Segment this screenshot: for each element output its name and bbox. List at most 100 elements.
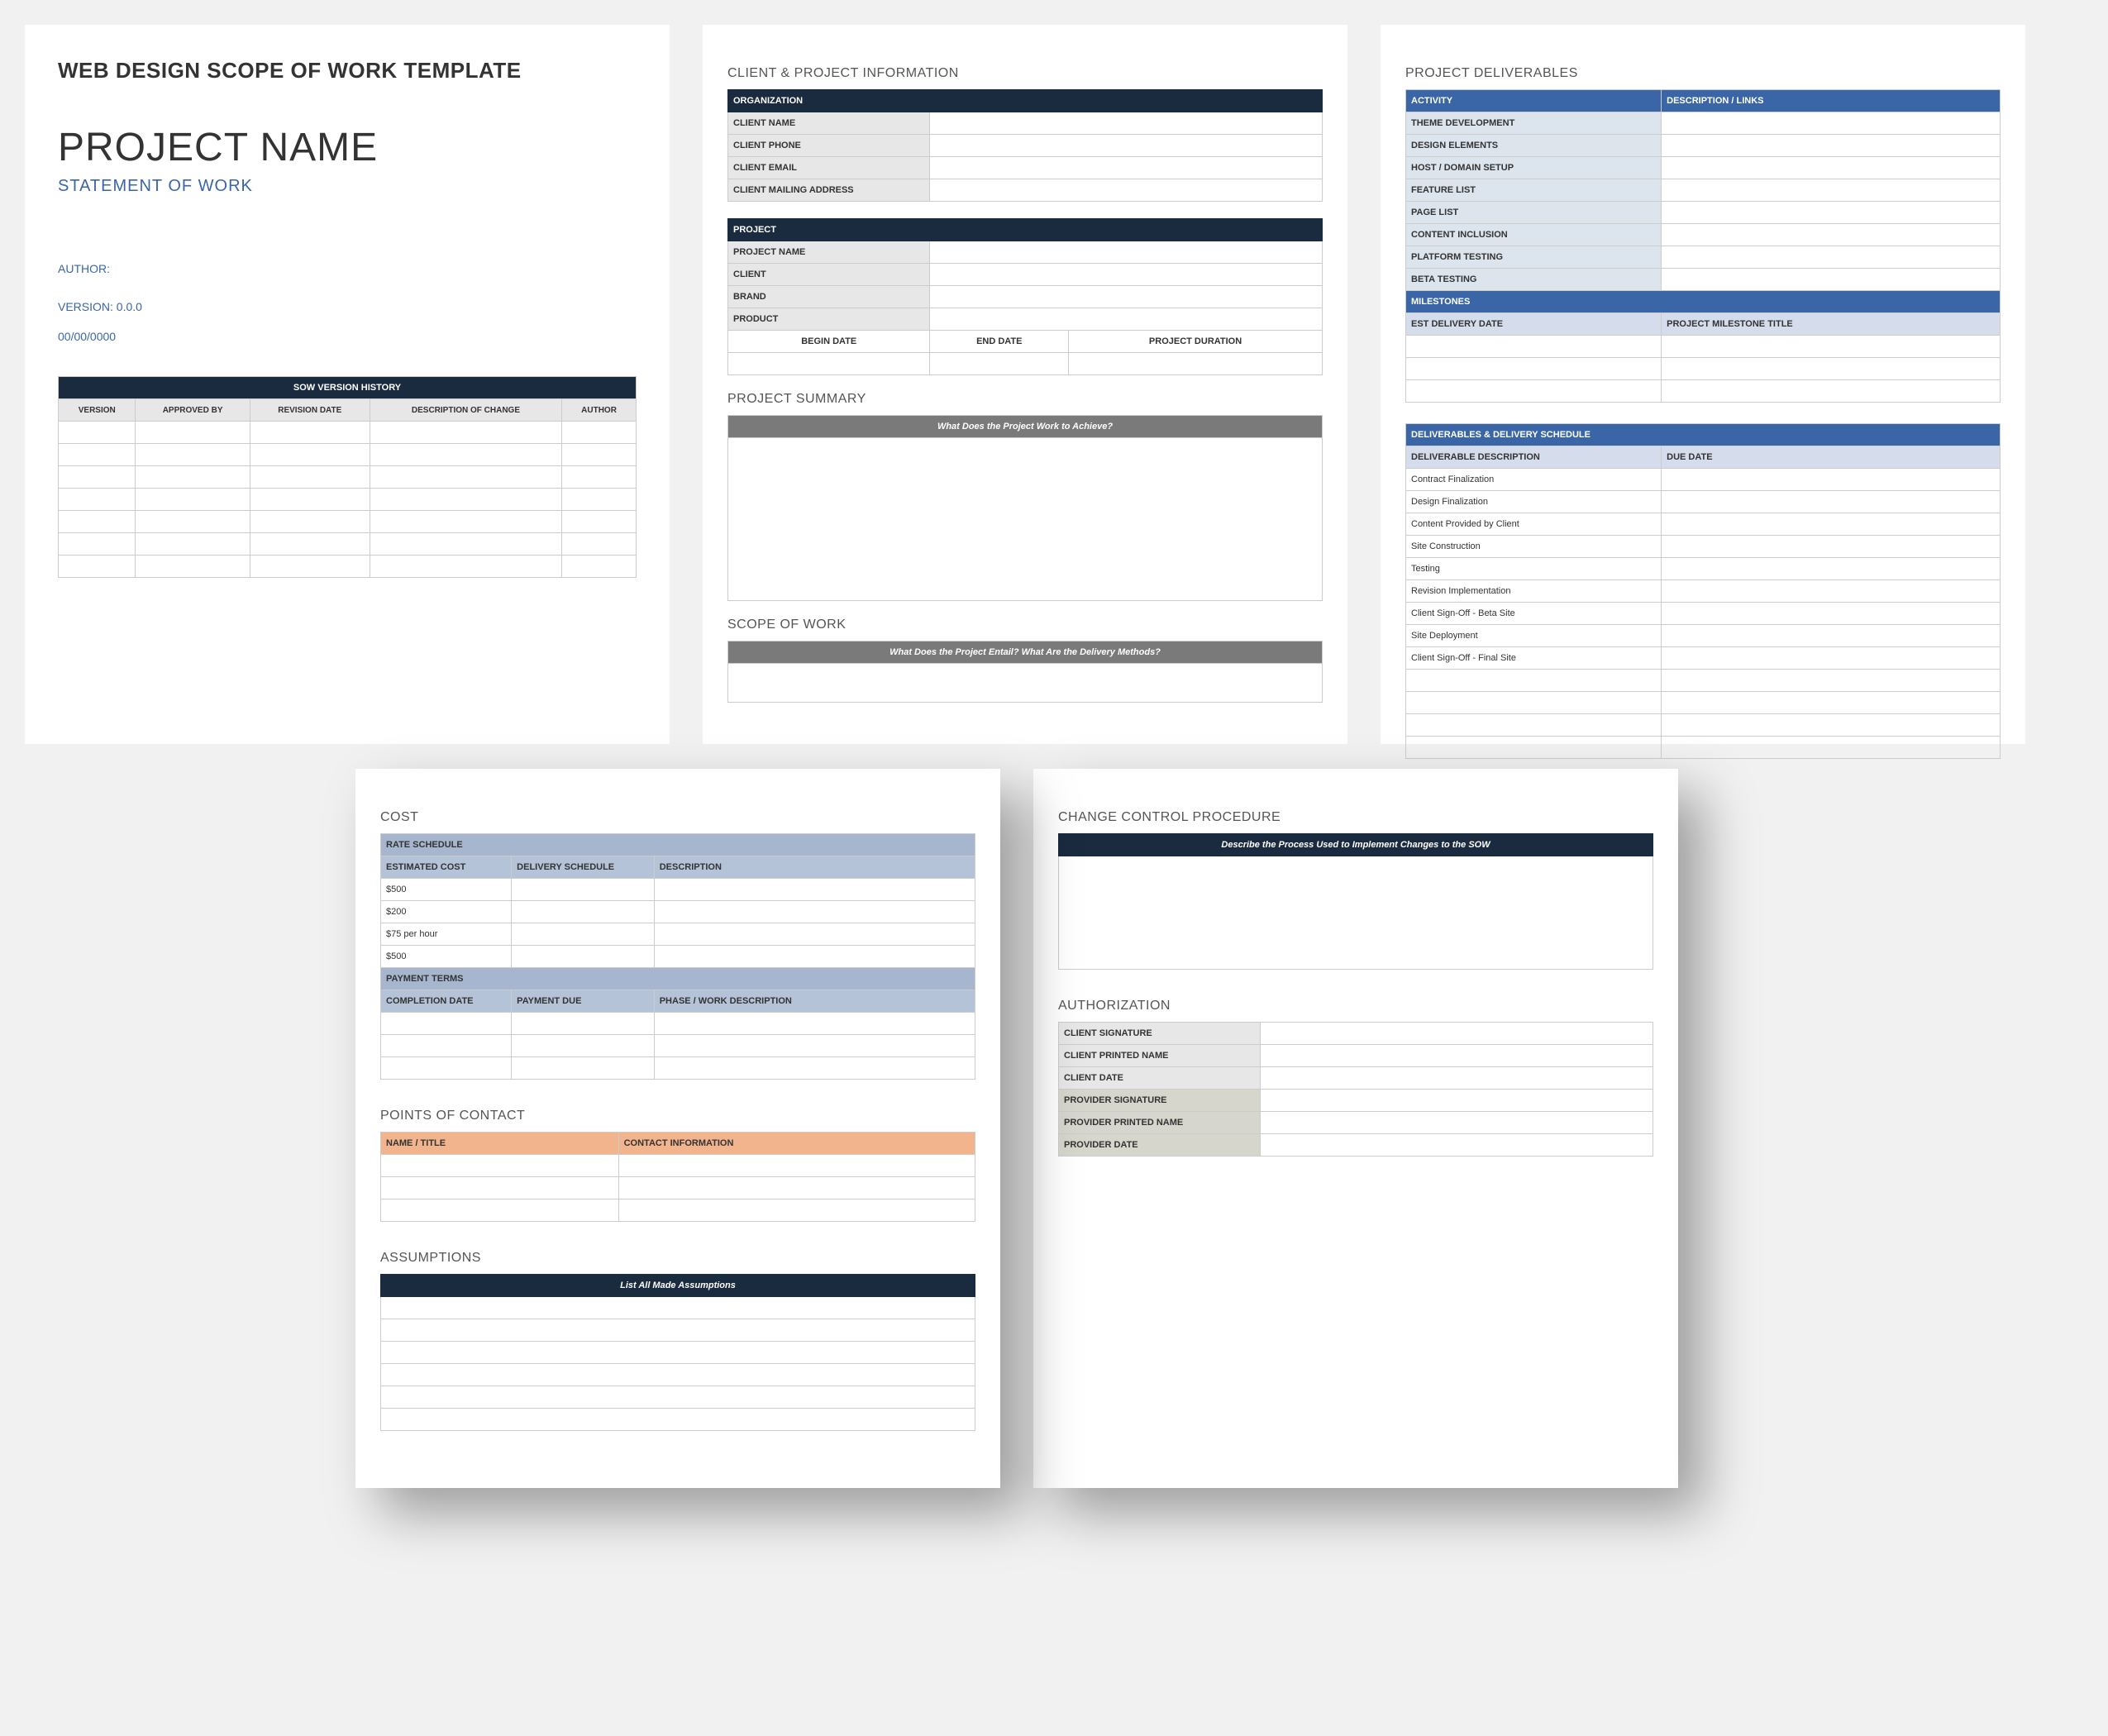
contacts-table: NAME / TITLE CONTACT INFORMATION xyxy=(380,1132,975,1222)
history-col-version: VERSION xyxy=(59,399,136,422)
rate-col: ESTIMATED COST xyxy=(381,856,512,879)
auth-row: CLIENT PRINTED NAME xyxy=(1059,1045,1261,1067)
activity: HOST / DOMAIN SETUP xyxy=(1406,157,1662,179)
rate-col: DESCRIPTION xyxy=(654,856,975,879)
page-cost: COST RATE SCHEDULE ESTIMATED COST DELIVE… xyxy=(355,769,1000,1488)
activity-col: ACTIVITY xyxy=(1406,90,1662,112)
rate-value: $500 xyxy=(381,879,512,901)
contact-col: NAME / TITLE xyxy=(381,1133,619,1155)
contacts-section: POINTS OF CONTACT xyxy=(380,1109,975,1123)
pay-col: COMPLETION DATE xyxy=(381,990,512,1013)
deliverable: Client Sign-Off - Final Site xyxy=(1406,647,1662,670)
deliv-section: PROJECT DELIVERABLES xyxy=(1405,66,2001,81)
history-col-revdate: REVISION DATE xyxy=(250,399,370,422)
project-name: PROJECT NAME xyxy=(58,125,637,170)
sched-col: DELIVERABLE DESCRIPTION xyxy=(1406,446,1662,469)
deliverable: Contract Finalization xyxy=(1406,469,1662,491)
milestone-col: PROJECT MILESTONE TITLE xyxy=(1662,313,2001,336)
cost-section: COST xyxy=(380,810,975,825)
deliverable: Design Finalization xyxy=(1406,491,1662,513)
change-section: CHANGE CONTROL PROCEDURE xyxy=(1058,810,1653,825)
org-row: CLIENT EMAIL xyxy=(728,157,930,179)
page-cover: WEB DESIGN SCOPE OF WORK TEMPLATE PROJEC… xyxy=(25,25,670,744)
rate-header: RATE SCHEDULE xyxy=(381,834,975,856)
desc-col: DESCRIPTION / LINKS xyxy=(1662,90,2001,112)
payment-header: PAYMENT TERMS xyxy=(381,968,975,990)
deliverable: Site Construction xyxy=(1406,536,1662,558)
project-table: PROJECT PROJECT NAME CLIENT BRAND PRODUC… xyxy=(727,218,1323,375)
deliverable: Client Sign-Off - Beta Site xyxy=(1406,603,1662,625)
contact-col: CONTACT INFORMATION xyxy=(618,1133,975,1155)
activity: PLATFORM TESTING xyxy=(1406,246,1662,269)
history-title: SOW VERSION HISTORY xyxy=(59,377,637,399)
proj-row: PROJECT NAME xyxy=(728,241,930,264)
date-col: END DATE xyxy=(930,331,1069,353)
activity: FEATURE LIST xyxy=(1406,179,1662,202)
rate-value: $75 per hour xyxy=(381,923,512,946)
author-label: AUTHOR: xyxy=(58,262,637,275)
assumptions-question: List All Made Assumptions xyxy=(381,1275,975,1297)
activities-table: ACTIVITY DESCRIPTION / LINKS THEME DEVEL… xyxy=(1405,89,2001,403)
milestones-header: MILESTONES xyxy=(1406,291,2001,313)
activity: PAGE LIST xyxy=(1406,202,1662,224)
change-table: Describe the Process Used to Implement C… xyxy=(1058,833,1653,970)
assumptions-table: List All Made Assumptions xyxy=(380,1274,975,1431)
rate-col: DELIVERY SCHEDULE xyxy=(512,856,655,879)
rate-value: $500 xyxy=(381,946,512,968)
rate-value: $200 xyxy=(381,901,512,923)
auth-section: AUTHORIZATION xyxy=(1058,999,1653,1013)
activity: THEME DEVELOPMENT xyxy=(1406,112,1662,135)
version-label: VERSION: 0.0.0 xyxy=(58,300,637,313)
project-header: PROJECT xyxy=(728,219,1323,241)
org-table: ORGANIZATION CLIENT NAME CLIENT PHONE CL… xyxy=(727,89,1323,202)
rate-table: RATE SCHEDULE ESTIMATED COST DELIVERY SC… xyxy=(380,833,975,1080)
org-row: CLIENT PHONE xyxy=(728,135,930,157)
cover-date: 00/00/0000 xyxy=(58,330,637,343)
history-col-author: AUTHOR xyxy=(562,399,637,422)
info-section: CLIENT & PROJECT INFORMATION xyxy=(727,66,1323,81)
proj-row: CLIENT xyxy=(728,264,930,286)
history-table: SOW VERSION HISTORY VERSION APPROVED BY … xyxy=(58,376,637,578)
change-question: Describe the Process Used to Implement C… xyxy=(1059,834,1653,856)
auth-row: PROVIDER SIGNATURE xyxy=(1059,1090,1261,1112)
scope-table: What Does the Project Entail? What Are t… xyxy=(727,641,1323,703)
page-authorization: CHANGE CONTROL PROCEDURE Describe the Pr… xyxy=(1033,769,1678,1488)
org-row: CLIENT NAME xyxy=(728,112,930,135)
page-deliverables: PROJECT DELIVERABLES ACTIVITY DESCRIPTIO… xyxy=(1381,25,2025,744)
auth-row: CLIENT DATE xyxy=(1059,1067,1261,1090)
schedule-table: DELIVERABLES & DELIVERY SCHEDULE DELIVER… xyxy=(1405,423,2001,759)
template-title: WEB DESIGN SCOPE OF WORK TEMPLATE xyxy=(58,58,637,83)
deliverable: Revision Implementation xyxy=(1406,580,1662,603)
auth-row: PROVIDER PRINTED NAME xyxy=(1059,1112,1261,1134)
activity: BETA TESTING xyxy=(1406,269,1662,291)
auth-row: CLIENT SIGNATURE xyxy=(1059,1023,1261,1045)
pay-col: PHASE / WORK DESCRIPTION xyxy=(654,990,975,1013)
scope-section: SCOPE OF WORK xyxy=(727,618,1323,632)
org-header: ORGANIZATION xyxy=(728,90,1323,112)
schedule-header: DELIVERABLES & DELIVERY SCHEDULE xyxy=(1406,424,2001,446)
page-info: CLIENT & PROJECT INFORMATION ORGANIZATIO… xyxy=(703,25,1347,744)
cover-meta: AUTHOR: VERSION: 0.0.0 00/00/0000 xyxy=(58,262,637,343)
history-col-approved: APPROVED BY xyxy=(136,399,250,422)
history-col-desc: DESCRIPTION OF CHANGE xyxy=(370,399,561,422)
assumptions-section: ASSUMPTIONS xyxy=(380,1251,975,1266)
pay-col: PAYMENT DUE xyxy=(512,990,655,1013)
deliverable: Site Deployment xyxy=(1406,625,1662,647)
auth-row: PROVIDER DATE xyxy=(1059,1134,1261,1157)
scope-question: What Does the Project Entail? What Are t… xyxy=(728,641,1323,664)
proj-row: BRAND xyxy=(728,286,930,308)
sched-col: DUE DATE xyxy=(1662,446,2001,469)
summary-section: PROJECT SUMMARY xyxy=(727,392,1323,407)
date-col: BEGIN DATE xyxy=(728,331,930,353)
date-col: PROJECT DURATION xyxy=(1069,331,1323,353)
deliverable: Testing xyxy=(1406,558,1662,580)
proj-row: PRODUCT xyxy=(728,308,930,331)
org-row: CLIENT MAILING ADDRESS xyxy=(728,179,930,202)
summary-table: What Does the Project Work to Achieve? xyxy=(727,415,1323,601)
summary-question: What Does the Project Work to Achieve? xyxy=(728,416,1323,438)
subtitle: STATEMENT OF WORK xyxy=(58,177,637,196)
activity: CONTENT INCLUSION xyxy=(1406,224,1662,246)
milestone-col: EST DELIVERY DATE xyxy=(1406,313,1662,336)
auth-table: CLIENT SIGNATURE CLIENT PRINTED NAME CLI… xyxy=(1058,1022,1653,1157)
deliverable: Content Provided by Client xyxy=(1406,513,1662,536)
